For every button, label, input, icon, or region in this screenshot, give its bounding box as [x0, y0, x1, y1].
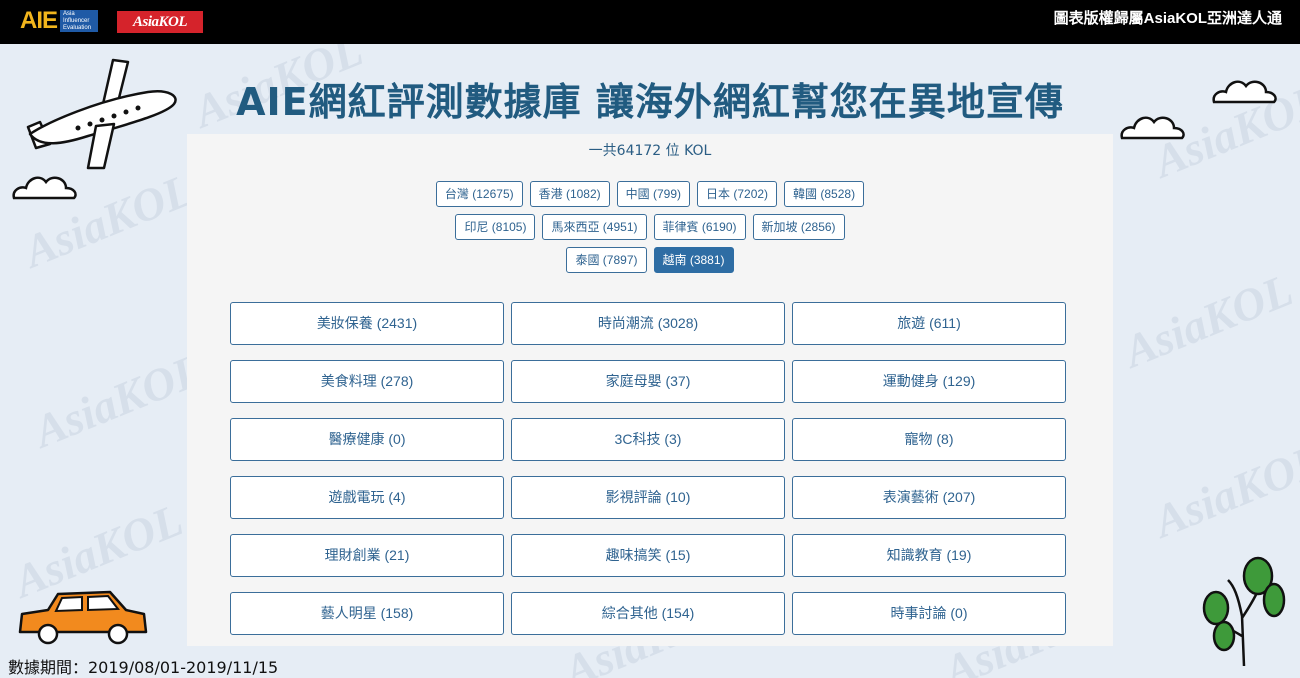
country-filter-hongkong[interactable]: 香港 (1082)	[529, 181, 610, 207]
country-filter-vietnam[interactable]: 越南 (3881)	[653, 247, 734, 273]
country-filter-china[interactable]: 中國 (799)	[616, 181, 691, 207]
country-filter-row: 泰國 (7897) 越南 (3881)	[187, 247, 1113, 273]
country-filter-singapore[interactable]: 新加坡 (2856)	[752, 214, 845, 240]
category-grid: 美妝保養 (2431) 時尚潮流 (3028) 旅遊 (611) 美食料理 (2…	[230, 302, 1068, 635]
category-button-beauty[interactable]: 美妝保養 (2431)	[230, 302, 504, 345]
watermark: AsiaKOL	[1146, 433, 1300, 548]
asiakol-logo[interactable]: AsiaKOL	[117, 11, 203, 33]
cloud-icon	[12, 176, 77, 200]
country-filter-row: 印尼 (8105) 馬來西亞 (4951) 菲律賓 (6190) 新加坡 (28…	[187, 214, 1113, 240]
category-button-film-review[interactable]: 影視評論 (10)	[511, 476, 785, 519]
category-button-tech[interactable]: 3C科技 (3)	[511, 418, 785, 461]
category-button-other[interactable]: 綜合其他 (154)	[511, 592, 785, 635]
category-button-pets[interactable]: 寵物 (8)	[792, 418, 1066, 461]
country-filter-japan[interactable]: 日本 (7202)	[697, 181, 778, 207]
country-filter-indonesia[interactable]: 印尼 (8105)	[455, 214, 536, 240]
country-filter-philippines[interactable]: 菲律賓 (6190)	[653, 214, 746, 240]
aie-logo-text: AIE	[20, 7, 58, 34]
category-button-education[interactable]: 知識教育 (19)	[792, 534, 1066, 577]
tree-illustration	[1202, 556, 1286, 667]
country-filter-row: 台灣 (12675) 香港 (1082) 中國 (799) 日本 (7202) …	[187, 181, 1113, 207]
top-bar: AIE Asia Influencer Evaluation AsiaKOL 圖…	[0, 0, 1300, 44]
category-button-food[interactable]: 美食料理 (278)	[230, 360, 504, 403]
country-filter-thailand[interactable]: 泰國 (7897)	[566, 247, 647, 273]
category-button-celebrity[interactable]: 藝人明星 (158)	[230, 592, 504, 635]
aie-logo[interactable]: AIE Asia Influencer Evaluation	[20, 9, 106, 33]
category-button-health[interactable]: 醫療健康 (0)	[230, 418, 504, 461]
data-period: 數據期間：2019/08/01-2019/11/15	[8, 658, 279, 677]
category-button-performing-arts[interactable]: 表演藝術 (207)	[792, 476, 1066, 519]
category-button-gaming[interactable]: 遊戲電玩 (4)	[230, 476, 504, 519]
kol-total-count: 一共64172 位 KOL	[588, 143, 712, 159]
category-button-current-affairs[interactable]: 時事討論 (0)	[792, 592, 1066, 635]
category-button-comedy[interactable]: 趣味搞笑 (15)	[511, 534, 785, 577]
page-title: AIE網紅評測數據庫 讓海外網紅幫您在異地宣傳	[236, 80, 1064, 124]
watermark: AsiaKOL	[1116, 263, 1300, 378]
country-filter-malaysia[interactable]: 馬來西亞 (4951)	[542, 214, 647, 240]
category-button-fashion[interactable]: 時尚潮流 (3028)	[511, 302, 785, 345]
car-illustration	[18, 590, 148, 645]
category-button-fitness[interactable]: 運動健身 (129)	[792, 360, 1066, 403]
country-filter-korea[interactable]: 韓國 (8528)	[784, 181, 865, 207]
category-button-finance[interactable]: 理財創業 (21)	[230, 534, 504, 577]
category-button-family[interactable]: 家庭母嬰 (37)	[511, 360, 785, 403]
category-button-travel[interactable]: 旅遊 (611)	[792, 302, 1066, 345]
watermark: AsiaKOL	[26, 343, 210, 458]
aie-logo-subtitle: Asia Influencer Evaluation	[60, 10, 99, 32]
country-filter-taiwan[interactable]: 台灣 (12675)	[435, 181, 523, 207]
kol-database-panel: 一共64172 位 KOL 台灣 (12675) 香港 (1082) 中國 (7…	[187, 134, 1113, 646]
copyright-notice: 圖表版權歸屬AsiaKOL亞洲達人通	[1053, 10, 1282, 27]
